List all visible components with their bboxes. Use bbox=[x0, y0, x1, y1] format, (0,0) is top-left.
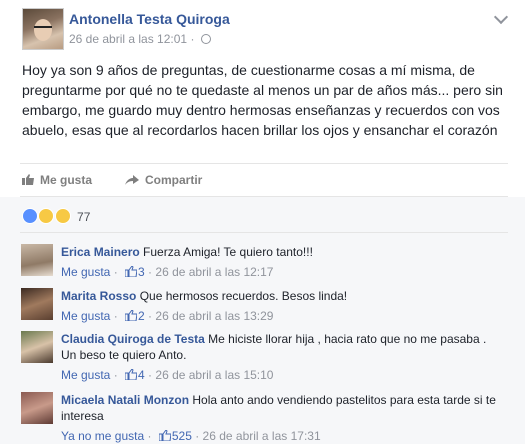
post-meta: 26 de abril a las 12:01 · bbox=[69, 32, 211, 46]
post-text: Hoy ya son 9 años de preguntas, de cuest… bbox=[22, 62, 503, 138]
author-avatar[interactable] bbox=[22, 8, 64, 50]
globe-icon[interactable] bbox=[200, 34, 211, 44]
divider bbox=[20, 163, 508, 164]
commenter-avatar[interactable] bbox=[21, 244, 53, 276]
share-button[interactable]: Compartir bbox=[125, 173, 202, 187]
comment-time[interactable]: 26 de abril a las 17:31 bbox=[203, 429, 321, 443]
commenter-avatar[interactable] bbox=[21, 288, 53, 320]
like-label: Me gusta bbox=[40, 173, 93, 187]
wow-reaction-icon bbox=[54, 208, 71, 224]
post-timestamp[interactable]: 26 de abril a las 12:01 bbox=[69, 32, 187, 46]
reactions-summary[interactable]: 77 bbox=[22, 208, 90, 224]
comment-text: Fuerza Amiga! Te quiero tanto!!! bbox=[143, 245, 313, 259]
comment-like-count[interactable]: 4 bbox=[138, 368, 145, 382]
author-name[interactable]: Antonella Testa Quiroga bbox=[69, 11, 230, 27]
comment-like-link[interactable]: Me gusta bbox=[61, 265, 110, 279]
facebook-post: Antonella Testa Quiroga 26 de abril a la… bbox=[0, 0, 525, 444]
share-icon bbox=[125, 175, 139, 185]
reaction-count: 77 bbox=[77, 210, 91, 224]
like-thumb-icon bbox=[125, 310, 138, 321]
commenter-avatar[interactable] bbox=[21, 331, 53, 363]
comment-like-link[interactable]: Me gusta bbox=[61, 368, 110, 382]
comment-like-count[interactable]: 525 bbox=[172, 429, 192, 443]
sad-reaction-icon bbox=[38, 208, 55, 224]
comment-meta: Me gusta · 3 · 26 de abril a las 12:17 bbox=[61, 265, 274, 279]
post-header: Antonella Testa Quiroga 26 de abril a la… bbox=[20, 8, 510, 52]
like-thumb-icon bbox=[125, 369, 138, 380]
comment-meta: Me gusta · 2 · 26 de abril a las 13:29 bbox=[61, 309, 274, 323]
commenter-name[interactable]: Claudia Quiroga de Testa bbox=[61, 332, 205, 346]
like-button[interactable]: Me gusta bbox=[22, 173, 92, 187]
comment-time[interactable]: 26 de abril a las 12:17 bbox=[155, 265, 273, 279]
like-thumb-icon bbox=[22, 174, 34, 185]
comment-like-link[interactable]: Me gusta bbox=[61, 309, 110, 323]
commenter-avatar[interactable] bbox=[21, 392, 53, 424]
comment-meta: Ya no me gusta · 525 · 26 de abril a las… bbox=[61, 429, 321, 443]
comment-like-link[interactable]: Ya no me gusta bbox=[61, 429, 144, 443]
like-thumb-icon bbox=[125, 266, 138, 277]
commenter-name[interactable]: Marita Rosso bbox=[61, 289, 136, 303]
chevron-down-icon[interactable] bbox=[493, 9, 509, 25]
like-thumb-icon bbox=[158, 430, 171, 441]
comment-like-count[interactable]: 3 bbox=[138, 265, 145, 279]
commenter-name[interactable]: Micaela Natali Monzon bbox=[61, 393, 189, 407]
like-reaction-icon bbox=[22, 208, 38, 224]
share-label: Compartir bbox=[145, 173, 203, 187]
commenter-name[interactable]: Erica Mainero bbox=[61, 245, 140, 259]
comment-text: Que hermosos recuerdos. Besos linda! bbox=[139, 289, 348, 303]
comment-time[interactable]: 26 de abril a las 13:29 bbox=[155, 309, 273, 323]
comment-like-count[interactable]: 2 bbox=[138, 309, 145, 323]
comment-meta: Me gusta · 4 · 26 de abril a las 15:10 bbox=[61, 368, 274, 382]
divider bbox=[20, 232, 508, 233]
comment-time[interactable]: 26 de abril a las 15:10 bbox=[155, 368, 273, 382]
meta-separator: · bbox=[190, 32, 195, 46]
